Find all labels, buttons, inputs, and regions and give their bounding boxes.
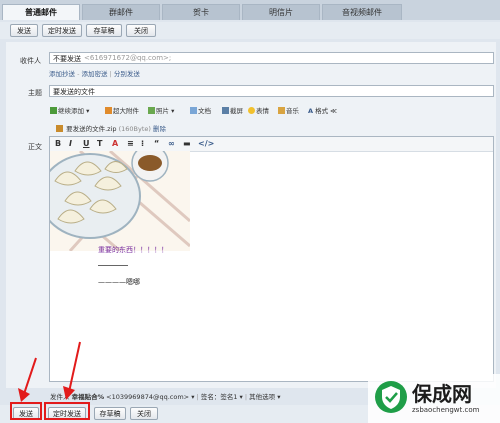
screenshot-tool[interactable]: 截屏 — [222, 105, 243, 115]
italic-button[interactable]: I — [69, 139, 72, 148]
screenshot-icon — [222, 107, 229, 114]
save-draft-button[interactable]: 存草稿 — [86, 24, 122, 37]
emoji-tool[interactable]: 表情 — [248, 105, 269, 115]
format-tool[interactable]: A 格式 ≪ — [308, 105, 337, 115]
top-toolbar: 发送 定时发送 存草稿 关闭 — [0, 22, 500, 39]
attach-document[interactable]: 文档 — [190, 105, 211, 115]
attach-more[interactable]: 继续添加 ▾ — [50, 105, 89, 115]
large-attachment-icon — [105, 107, 112, 114]
paperclip-icon — [50, 107, 57, 114]
subject-label: 主题 — [28, 89, 42, 97]
subject-value: 要发送的文件 — [53, 88, 95, 96]
html-source-button[interactable]: </> — [198, 139, 214, 148]
add-cc-link[interactable]: 添加抄送 — [49, 70, 75, 78]
watermark: 保成网 zsbaochengwt.com — [368, 374, 500, 423]
compose-tabs: 普通邮件 群邮件 贺卡 明信片 音视频邮件 — [0, 0, 500, 20]
emoji-icon — [248, 107, 255, 114]
quote-button[interactable]: “ — [154, 139, 159, 148]
attachment-item: 要发送的文件.zip (160Byte) 删除 — [56, 123, 166, 133]
attachment-name: 要发送的文件.zip — [66, 125, 117, 133]
signature-text: ————嗯哪 — [98, 278, 140, 286]
format-icon: A — [308, 107, 314, 115]
scheduled-send-button[interactable]: 定时发送 — [42, 24, 82, 37]
attachment-delete-link[interactable]: 删除 — [153, 125, 166, 133]
body-red-text: 重要的东西！！！！！ — [98, 246, 168, 254]
recipient-name: 不要发送 — [53, 55, 81, 63]
list-button[interactable]: ⁝ — [141, 139, 144, 148]
attach-photo[interactable]: 照片 ▾ — [148, 105, 174, 115]
signature-select[interactable]: 签名：签名1 — [201, 393, 238, 401]
arrow-icon — [63, 341, 81, 400]
tab-av-mail[interactable]: 音视频邮件 — [322, 4, 402, 20]
body-label: 正文 — [28, 143, 42, 151]
signature-divider — [98, 265, 128, 266]
zip-file-icon — [56, 125, 63, 132]
link-button[interactable]: ∞ — [168, 139, 175, 148]
close-button[interactable]: 关闭 — [126, 24, 156, 37]
tab-postcard[interactable]: 明信片 — [242, 4, 320, 20]
subject-field[interactable]: 要发送的文件 — [49, 85, 494, 97]
recipient-field[interactable]: 不要发送 <616971672@qq.com>; — [49, 52, 494, 64]
sender-email: <1039969874@qq.com> — [106, 393, 190, 401]
tab-normal-mail[interactable]: 普通邮件 — [2, 4, 80, 20]
editor-toolbar: B I U T A ≡ ⁝ “ ∞ ▬ </> — [50, 137, 493, 152]
document-icon — [190, 107, 197, 114]
tab-group-mail[interactable]: 群邮件 — [82, 4, 160, 20]
recipient-email: <616971672@qq.com>; — [84, 54, 172, 62]
align-button[interactable]: ≡ — [127, 139, 134, 148]
font-color-button[interactable]: A — [112, 139, 118, 148]
font-size-button[interactable]: T — [97, 139, 102, 148]
more-options[interactable]: 其他选项 — [249, 393, 275, 401]
hr-button[interactable]: ▬ — [183, 139, 191, 148]
arrow-icon — [18, 357, 37, 402]
attachment-size: (160Byte) — [118, 125, 151, 133]
watermark-url: zsbaochengwt.com — [412, 406, 480, 414]
underline-button[interactable]: U — [83, 139, 90, 148]
music-tool[interactable]: 音乐 — [278, 105, 299, 115]
highlight-scheduled-send — [44, 402, 90, 420]
close-button-bottom[interactable]: 关闭 — [130, 407, 158, 420]
body-editor[interactable]: B I U T A ≡ ⁝ “ ∞ ▬ </> 重要的东西！！！！！ ————嗯… — [49, 136, 494, 382]
shield-logo-icon — [375, 381, 407, 413]
bold-button[interactable]: B — [55, 139, 61, 148]
separate-send-link[interactable]: 分别发送 — [114, 70, 140, 78]
tab-greeting-card[interactable]: 贺卡 — [162, 4, 240, 20]
photo-icon — [148, 107, 155, 114]
watermark-brand: 保成网 — [412, 382, 472, 406]
recipient-links: 添加抄送 - 添加密送 | 分别发送 — [49, 70, 140, 78]
stationery-image — [50, 151, 190, 251]
highlight-send — [10, 402, 42, 420]
send-button[interactable]: 发送 — [10, 24, 38, 37]
recipient-label: 收件人 — [20, 57, 41, 65]
attach-large[interactable]: 超大附件 — [105, 105, 139, 115]
save-draft-button-bottom[interactable]: 存草稿 — [94, 407, 126, 420]
add-bcc-link[interactable]: 添加密送 — [82, 70, 108, 78]
music-icon — [278, 107, 285, 114]
sender-row: 发件人 幸福贴合% <1039969874@qq.com> ▾ | 签名：签名1… — [50, 393, 281, 401]
